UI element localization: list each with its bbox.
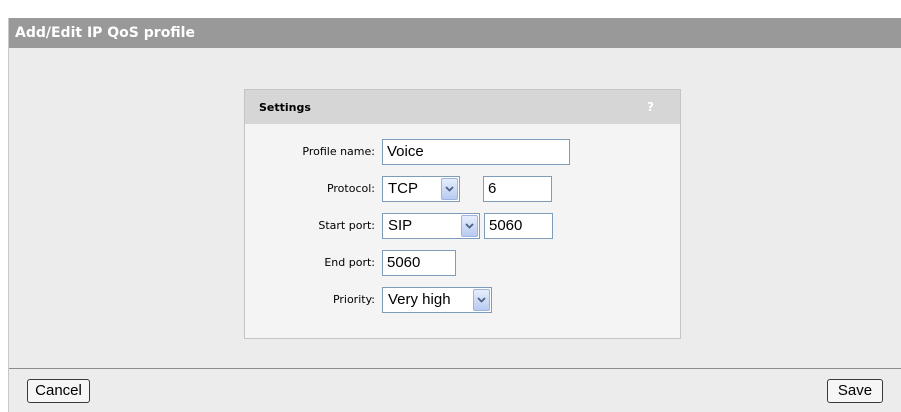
footer-divider	[9, 368, 901, 369]
protocol-select[interactable]: TCP	[382, 176, 460, 202]
protocol-label: Protocol:	[326, 182, 375, 195]
settings-panel: Settings ? Profile name: Voice Protocol:…	[244, 89, 681, 339]
cancel-button[interactable]: Cancel	[27, 379, 90, 403]
priority-row: Priority: Very high	[245, 287, 680, 313]
priority-selected-value: Very high	[388, 291, 451, 308]
protocol-number-input[interactable]: 6	[483, 176, 552, 202]
end-port-label: End port:	[324, 256, 375, 269]
page-title: Add/Edit IP QoS profile	[9, 18, 901, 48]
save-button[interactable]: Save	[827, 379, 883, 403]
start-port-label: Start port:	[318, 219, 375, 232]
profile-name-input[interactable]: Voice	[382, 139, 570, 165]
profile-name-row: Profile name: Voice	[245, 139, 680, 165]
start-port-input[interactable]: 5060	[484, 213, 553, 239]
priority-select[interactable]: Very high	[382, 287, 492, 313]
start-port-selected-value: SIP	[388, 217, 413, 234]
settings-header: Settings ?	[245, 90, 680, 124]
protocol-selected-value: TCP	[388, 180, 418, 197]
settings-header-label: Settings	[259, 101, 311, 114]
end-port-input[interactable]: 5060	[382, 250, 456, 276]
profile-name-label: Profile name:	[302, 145, 375, 158]
chevron-down-icon[interactable]	[461, 215, 478, 237]
chevron-down-icon[interactable]	[441, 178, 458, 200]
start-port-row: Start port: SIP 5060	[245, 213, 680, 239]
priority-label: Priority:	[332, 293, 375, 306]
protocol-row: Protocol: TCP 6	[245, 176, 680, 202]
page-frame: Add/Edit IP QoS profile Settings ? Profi…	[8, 18, 901, 412]
start-port-select[interactable]: SIP	[382, 213, 480, 239]
help-icon[interactable]: ?	[647, 90, 654, 124]
chevron-down-icon[interactable]	[473, 289, 490, 311]
end-port-row: End port: 5060	[245, 250, 680, 276]
